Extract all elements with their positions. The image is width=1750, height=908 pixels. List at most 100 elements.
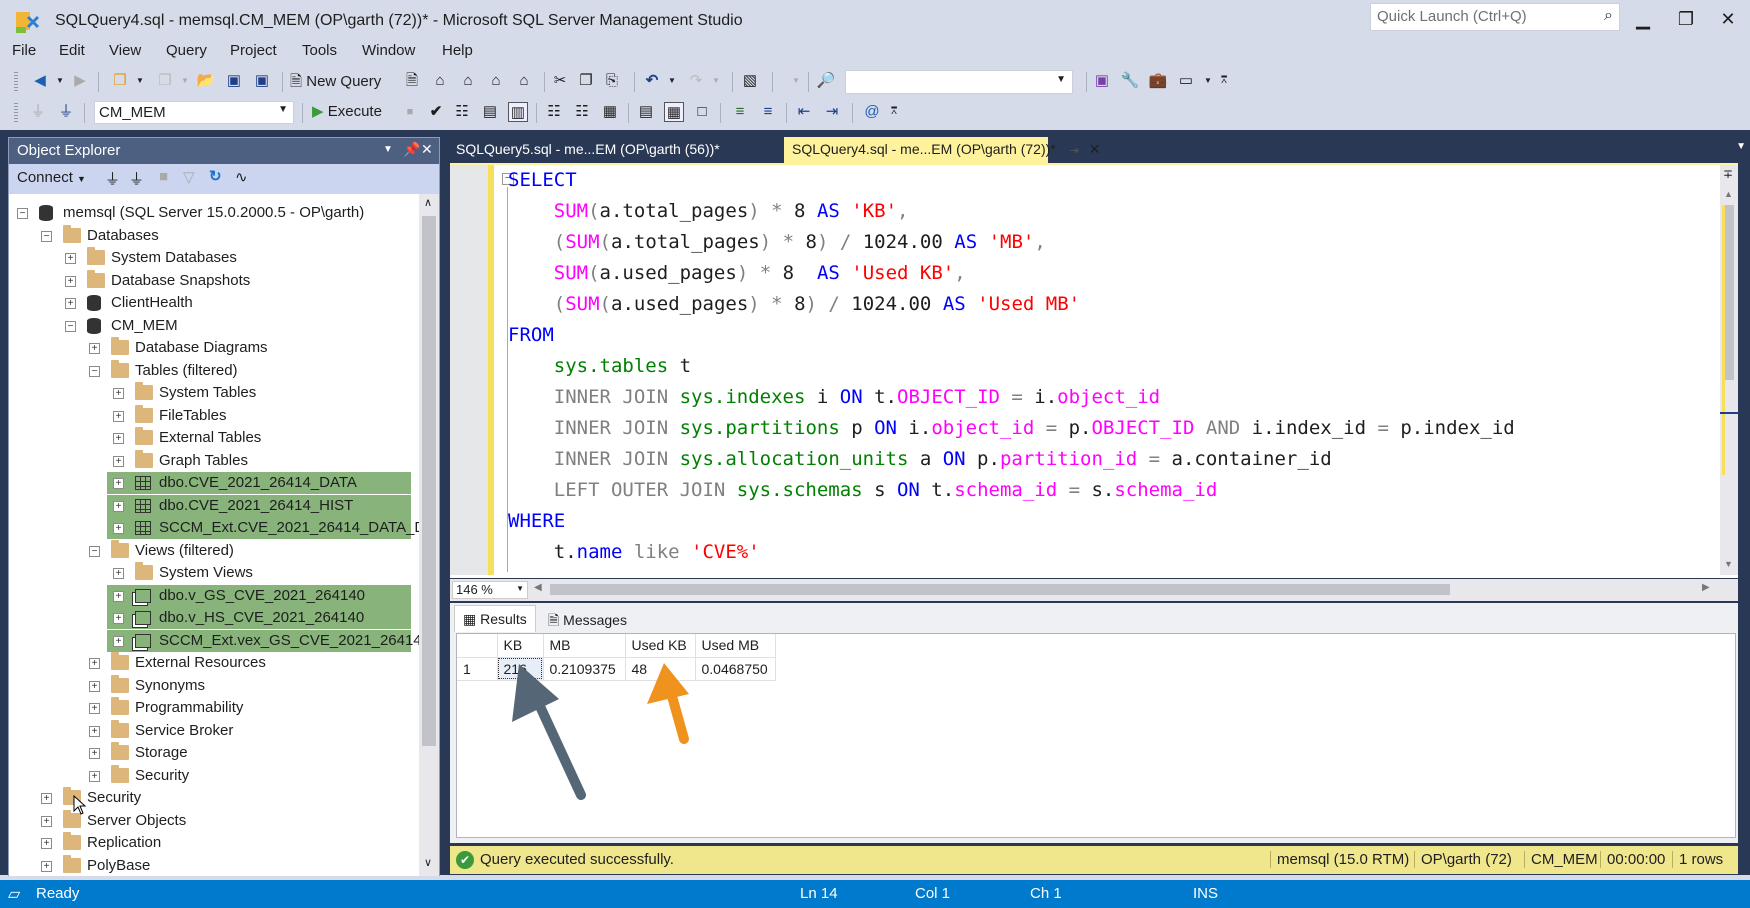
tree-node-server-objects[interactable]: + Server Objects xyxy=(9,809,409,832)
visual-studio-icon[interactable]: ▣ xyxy=(1092,71,1112,91)
mdx-query-icon[interactable]: ⌂ xyxy=(430,71,450,91)
expand-icon[interactable]: + xyxy=(89,748,100,759)
expand-icon[interactable]: + xyxy=(113,433,124,444)
undo-icon[interactable]: ↶ xyxy=(642,71,662,91)
window-position-dropdown-icon[interactable]: ▼ xyxy=(383,144,393,155)
tree-node-filetables[interactable]: + FileTables xyxy=(9,404,409,427)
add-item-dropdown-icon[interactable]: ▼ xyxy=(175,71,195,91)
properties-wrench-icon[interactable]: 🔧 xyxy=(1120,71,1140,91)
connect-icon[interactable]: ⏚ xyxy=(28,102,48,122)
scroll-right-icon[interactable]: ▶ xyxy=(1702,582,1710,593)
close-button[interactable]: ✕ xyxy=(1710,6,1746,32)
minimize-button[interactable]: ▁ xyxy=(1625,6,1661,32)
scroll-left-icon[interactable]: ◀ xyxy=(534,582,542,593)
new-project-icon[interactable]: ❐ xyxy=(110,71,130,91)
include-actual-plan-icon[interactable]: ☷ xyxy=(544,102,564,122)
expand-icon[interactable]: + xyxy=(65,275,76,287)
tree-node-dbo-v-gs-cve-2021-264140[interactable]: + dbo.v_GS_CVE_2021_264140 xyxy=(107,584,411,607)
results-to-file-icon[interactable]: □ xyxy=(692,102,712,122)
tree-node-sccm-ext-cve-2021-26414-data-dd[interactable]: + SCCM_Ext.CVE_2021_26414_DATA_DD xyxy=(107,517,419,539)
scroll-down-icon[interactable]: ∨ xyxy=(424,856,432,869)
disconnect-icon[interactable]: ⏚ xyxy=(129,168,144,189)
toolbox-icon[interactable]: 💼 xyxy=(1148,71,1168,91)
cancel-query-icon[interactable]: ■ xyxy=(400,102,420,122)
xmla-query-icon[interactable]: ⌂ xyxy=(486,71,506,91)
results-to-text-icon[interactable]: ▤ xyxy=(636,102,656,122)
add-item-icon[interactable]: ❐ xyxy=(155,71,175,91)
filter-icon[interactable]: ▽ xyxy=(183,168,195,186)
redo-dropdown-icon[interactable]: ▼ xyxy=(706,71,726,91)
collapse-icon[interactable]: − xyxy=(65,320,76,332)
scrollbar-thumb[interactable] xyxy=(1725,205,1734,380)
menu-help[interactable]: Help xyxy=(442,42,473,59)
expand-icon[interactable]: + xyxy=(89,725,100,737)
sql-code[interactable]: SELECT SUM(a.total_pages) * 8 AS 'KB', (… xyxy=(508,165,1515,568)
forward-icon[interactable]: ▶ xyxy=(70,71,90,91)
expand-icon[interactable]: + xyxy=(113,478,124,489)
tab-sqlquery5[interactable]: SQLQuery5.sql - me...EM (OP\garth (56))* xyxy=(448,137,778,163)
query-editor[interactable]: − SELECT SUM(a.total_pages) * 8 AS 'KB',… xyxy=(450,163,1738,578)
tree-node-system-views[interactable]: + System Views xyxy=(9,562,409,584)
save-icon[interactable]: ▣ xyxy=(224,71,244,91)
tree-node-polybase[interactable]: + PolyBase xyxy=(9,854,409,877)
connect-button[interactable]: Connect ▼ xyxy=(17,169,86,186)
tree-node-graph-tables[interactable]: + Graph Tables xyxy=(9,449,409,472)
activity-monitor-icon[interactable]: ∿ xyxy=(235,168,248,186)
expand-icon[interactable]: + xyxy=(113,410,124,422)
menu-file[interactable]: File xyxy=(12,42,36,59)
scrollbar-thumb[interactable] xyxy=(422,216,436,746)
tree-node-sccm-ext-vex-gs-cve-2021-264140[interactable]: + SCCM_Ext.vex_GS_CVE_2021_264140 xyxy=(107,629,419,652)
live-query-stats-icon[interactable]: ☷ xyxy=(572,102,592,122)
find-combo[interactable]: ▼ xyxy=(845,70,1073,94)
expand-icon[interactable]: + xyxy=(65,298,76,309)
expand-icon[interactable]: + xyxy=(41,793,52,804)
refresh-icon[interactable]: ↻ xyxy=(209,167,222,185)
tree-node-storage[interactable]: + Storage xyxy=(9,742,409,764)
find-in-files-icon[interactable]: 🔎 xyxy=(816,71,836,91)
split-editor-icon[interactable]: ∓ xyxy=(1723,167,1733,181)
activity-monitor-icon[interactable]: ▧ xyxy=(740,71,760,91)
client-statistics-icon[interactable]: ▦ xyxy=(600,102,620,122)
quick-launch-input[interactable]: Quick Launch (Ctrl+Q) ⌕ xyxy=(1370,3,1620,31)
expand-icon[interactable]: + xyxy=(41,815,52,827)
tree-node-dbo-cve-2021-26414-data[interactable]: + dbo.CVE_2021_26414_DATA xyxy=(107,472,411,494)
connect-plug-icon[interactable]: ⏚ xyxy=(105,168,120,189)
pin-tab-icon[interactable]: ⇥ xyxy=(1070,145,1079,157)
tree-node-databases[interactable]: − Databases xyxy=(9,224,409,247)
decrease-indent-icon[interactable]: ⇤ xyxy=(794,102,814,122)
display-estimated-plan-icon[interactable]: ☷ xyxy=(452,102,472,122)
tab-messages[interactable]: 🗎 Messages xyxy=(540,605,635,632)
toolbar-grip[interactable] xyxy=(14,103,18,123)
results-to-grid-icon[interactable]: ▦ xyxy=(664,102,684,122)
restore-button[interactable]: ❐ xyxy=(1668,6,1704,32)
object-explorer-scrollbar[interactable]: ∧ ∨ xyxy=(419,194,439,876)
expand-icon[interactable]: + xyxy=(113,455,124,467)
open-file-icon[interactable]: 📂 xyxy=(196,71,216,91)
menu-tools[interactable]: Tools xyxy=(302,42,337,59)
dax-query-icon[interactable]: ⌂ xyxy=(514,71,534,91)
tree-node-external-tables[interactable]: + External Tables xyxy=(9,427,409,449)
tab-sqlquery4[interactable]: SQLQuery4.sql - me...EM (OP\garth (72))*… xyxy=(784,137,1100,163)
specify-template-values-icon[interactable]: @ xyxy=(862,102,882,122)
expand-icon[interactable]: + xyxy=(113,590,124,602)
database-engine-query-icon[interactable]: 🗎 xyxy=(402,71,422,91)
tree-node-database-snapshots[interactable]: + Database Snapshots xyxy=(9,269,409,292)
zoom-level-selector[interactable]: 146 % ▼ xyxy=(452,581,528,599)
expand-icon[interactable]: + xyxy=(113,500,124,512)
parse-checkmark-icon[interactable]: ✔ xyxy=(426,102,446,122)
scroll-up-icon[interactable]: ▲ xyxy=(1724,189,1733,199)
expand-icon[interactable]: + xyxy=(65,253,76,264)
expand-icon[interactable]: + xyxy=(89,770,100,782)
tree-node-cm-mem[interactable]: − CM_MEM xyxy=(9,315,409,337)
tree-node-replication[interactable]: + Replication xyxy=(9,832,409,854)
comment-icon[interactable]: ≡ xyxy=(730,102,750,122)
query-designer-icon[interactable]: ▤ xyxy=(480,102,500,122)
menu-view[interactable]: View xyxy=(109,42,141,59)
tree-node-tables-filtered[interactable]: − Tables (filtered) xyxy=(9,359,409,382)
tree-node-external-resources[interactable]: + External Resources xyxy=(9,652,409,674)
save-all-icon[interactable]: ▣ xyxy=(252,71,272,91)
menu-edit[interactable]: Edit xyxy=(59,42,85,59)
query-options-icon[interactable]: ▥ xyxy=(508,102,528,122)
tree-node-system-tables[interactable]: + System Tables xyxy=(9,382,409,404)
scroll-up-icon[interactable]: ∧ xyxy=(424,196,432,209)
